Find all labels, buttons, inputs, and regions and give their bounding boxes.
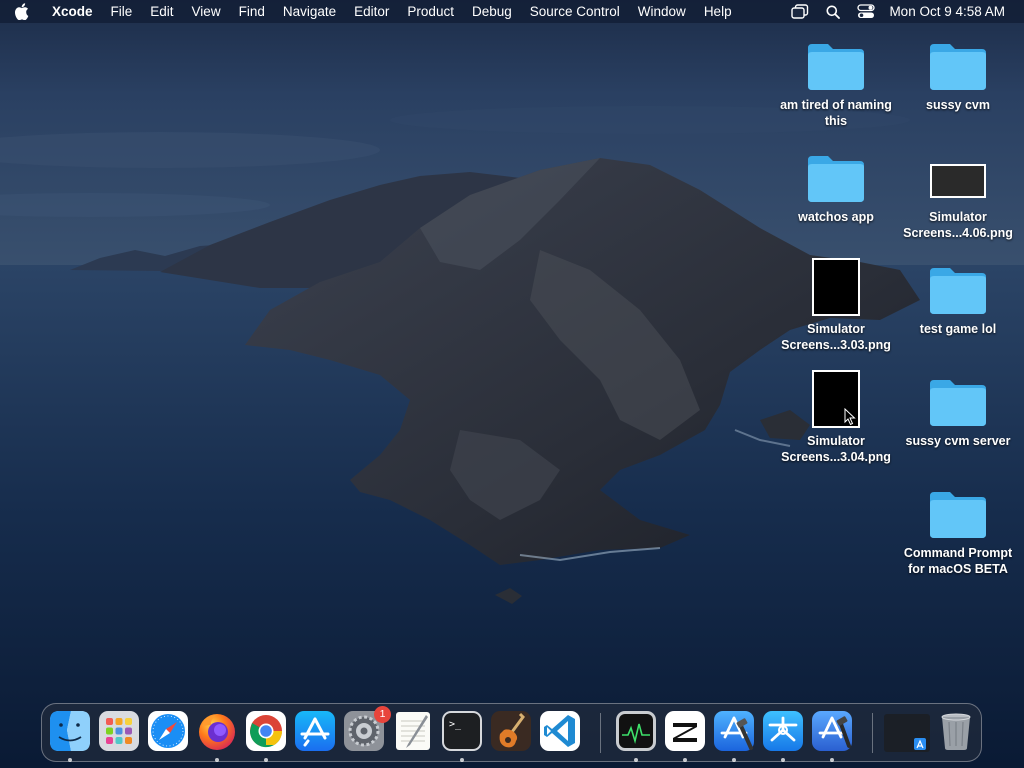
running-indicator: [830, 758, 834, 762]
chrome-icon: [246, 711, 286, 751]
dock-downloads-stack[interactable]: [884, 710, 930, 752]
dock-activity-monitor[interactable]: [615, 710, 657, 752]
desktop-icon-label: watchos app: [798, 210, 874, 224]
menu-items: Xcode File Edit View Find Navigate Edito…: [43, 0, 741, 23]
vscode-icon: [540, 711, 580, 751]
window-switcher-icon[interactable]: [789, 0, 811, 23]
running-indicator: [68, 758, 72, 762]
folder-icon: [808, 44, 864, 90]
desktop-icon-label: Simulator Screens...3.04.png: [781, 434, 891, 464]
app-store-icon: [295, 711, 335, 751]
running-indicator: [264, 758, 268, 762]
dock-launchpad[interactable]: [98, 710, 140, 752]
firefox-icon: [199, 714, 235, 750]
apple-menu-icon[interactable]: [14, 0, 34, 23]
dock-separator: [600, 713, 601, 753]
screenshot-thumbnail: [930, 164, 986, 198]
capcut-icon: [665, 711, 705, 751]
safari-icon: [148, 711, 188, 751]
menu-window[interactable]: Window: [629, 0, 695, 23]
menu-edit[interactable]: Edit: [141, 0, 182, 23]
running-indicator: [634, 758, 638, 762]
launchpad-icon: [99, 711, 139, 751]
menu-source-control[interactable]: Source Control: [521, 0, 629, 23]
dock-separator: [872, 713, 873, 753]
desktop-screenshot-file[interactable]: Simulator Screens...4.06.png: [898, 146, 1018, 241]
xcode-beta-icon: [812, 711, 852, 751]
activity-monitor-icon: [616, 711, 656, 751]
dock-system-settings[interactable]: 1: [343, 706, 391, 752]
menu-file[interactable]: File: [102, 0, 142, 23]
menu-help[interactable]: Help: [695, 0, 741, 23]
downloads-stack-icon: [884, 714, 930, 752]
dock-terminal[interactable]: >_: [441, 710, 483, 752]
dock-textedit[interactable]: [392, 710, 434, 752]
dock-chrome[interactable]: [245, 710, 287, 752]
garageband-icon: [491, 711, 531, 751]
running-indicator: [460, 758, 464, 762]
desktop-icon-label: Simulator Screens...4.06.png: [903, 210, 1013, 240]
menu-find[interactable]: Find: [230, 0, 274, 23]
desktop-folder[interactable]: sussy cvm server: [898, 370, 1018, 449]
dock-garageband[interactable]: [490, 710, 532, 752]
control-center-icon[interactable]: [855, 0, 877, 23]
dock-finder[interactable]: [49, 710, 91, 752]
desktop-screenshot-file[interactable]: Simulator Screens...3.04.png: [776, 370, 896, 465]
xcode-icon: [714, 711, 754, 751]
finder-icon: [50, 711, 90, 751]
desktop-folder[interactable]: sussy cvm: [898, 34, 1018, 113]
menu-debug[interactable]: Debug: [463, 0, 521, 23]
running-indicator: [781, 758, 785, 762]
menu-navigate[interactable]: Navigate: [274, 0, 345, 23]
menu-editor[interactable]: Editor: [345, 0, 398, 23]
textedit-icon: [396, 712, 430, 750]
desktop-icon-label: sussy cvm server: [905, 434, 1011, 448]
dock-simulator[interactable]: [762, 710, 804, 752]
screenshot-thumbnail: [812, 258, 860, 316]
folder-icon: [930, 44, 986, 90]
running-indicator: [215, 758, 219, 762]
desktop-icon-label: sussy cvm: [926, 98, 990, 112]
dock-trash[interactable]: [935, 710, 977, 752]
dock-capcut[interactable]: [664, 710, 706, 752]
folder-icon: [930, 492, 986, 538]
menu-view[interactable]: View: [183, 0, 230, 23]
dock-vscode[interactable]: [539, 710, 581, 752]
running-indicator: [683, 758, 687, 762]
desktop-icon-label: Simulator Screens...3.03.png: [781, 322, 891, 352]
menu-app-name[interactable]: Xcode: [43, 0, 102, 23]
desktop-folder[interactable]: Command Prompt for macOS BETA: [898, 482, 1018, 577]
terminal-icon: >_: [442, 711, 482, 751]
svg-text:>_: >_: [449, 719, 462, 730]
desktop-folder[interactable]: watchos app: [776, 146, 896, 225]
desktop-icon-label: am tired of naming this: [780, 98, 892, 128]
running-indicator: [732, 758, 736, 762]
folder-icon: [808, 156, 864, 202]
dock-app-store[interactable]: [294, 710, 336, 752]
simulator-icon: [763, 711, 803, 751]
dock: 1 >_: [41, 703, 982, 762]
menu-product[interactable]: Product: [398, 0, 463, 23]
folder-icon: [930, 380, 986, 426]
menu-bar: Xcode File Edit View Find Navigate Edito…: [0, 0, 1024, 23]
menu-bar-clock[interactable]: Mon Oct 9 4:58 AM: [889, 4, 1005, 19]
trash-icon: [941, 713, 971, 750]
desktop-icon-label: Command Prompt for macOS BETA: [903, 546, 1013, 576]
desktop-icon-label: test game lol: [919, 322, 997, 336]
desktop-screenshot-file[interactable]: Simulator Screens...3.03.png: [776, 258, 896, 353]
mouse-cursor-icon: [844, 408, 856, 426]
dock-xcode[interactable]: [713, 710, 755, 752]
dock-firefox[interactable]: [196, 710, 238, 752]
folder-icon: [930, 268, 986, 314]
menu-bar-status: Mon Oct 9 4:58 AM: [778, 0, 1024, 23]
dock-safari[interactable]: [147, 710, 189, 752]
search-icon[interactable]: [822, 0, 844, 23]
desktop-folder[interactable]: test game lol: [898, 258, 1018, 337]
notification-badge: 1: [374, 706, 391, 723]
desktop-folder[interactable]: am tired of naming this: [776, 34, 896, 129]
dock-xcode-beta[interactable]: [811, 710, 853, 752]
